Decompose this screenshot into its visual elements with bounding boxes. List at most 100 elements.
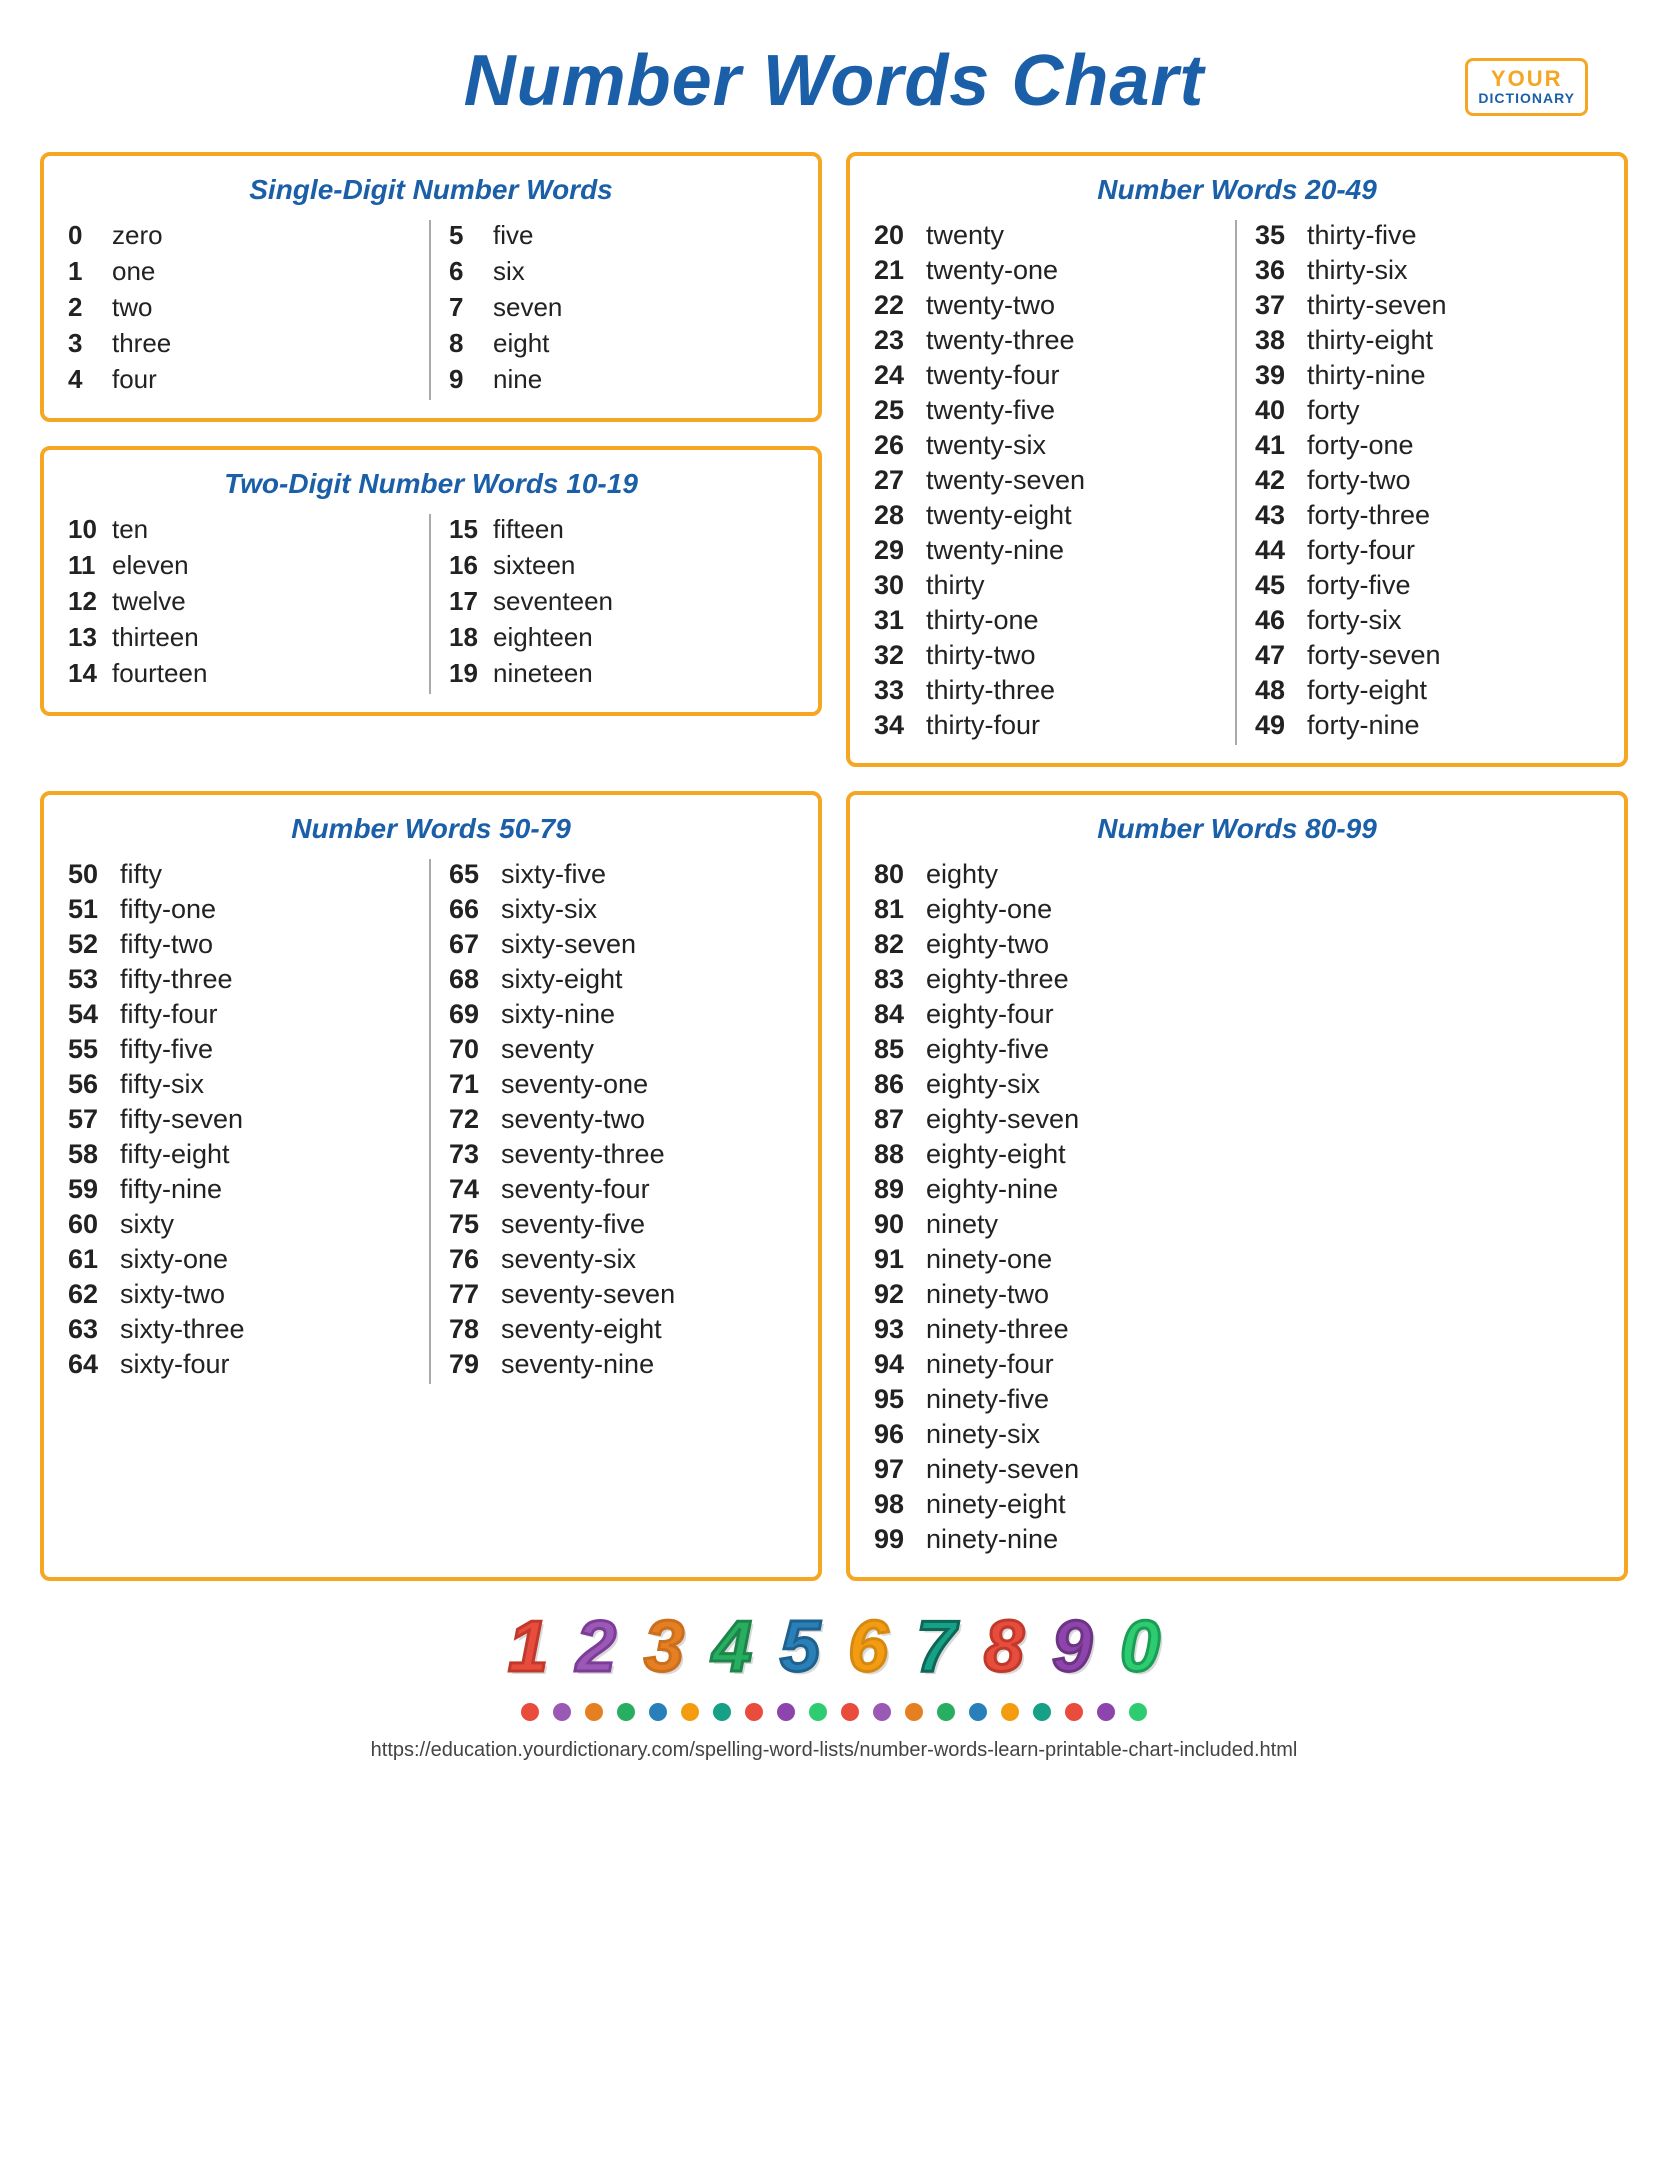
footer-url: https://education.yourdictionary.com/spe… <box>40 1739 1628 1762</box>
list-item: 75 seventy-five <box>449 1209 794 1240</box>
list-item: 18 eighteen <box>449 622 794 653</box>
list-item: 31 thirty-one <box>874 605 1217 636</box>
dot <box>777 1703 795 1721</box>
dots-bar <box>40 1703 1628 1721</box>
list-item: 92 ninety-two <box>874 1279 1600 1310</box>
list-item: 70 seventy <box>449 1034 794 1065</box>
list-item: 9 nine <box>449 364 794 395</box>
list-item: 20 twenty <box>874 220 1217 251</box>
list-item: 43 forty-three <box>1255 500 1600 531</box>
twenties-title: Number Words 20-49 <box>874 174 1600 206</box>
list-item: 87 eighty-seven <box>874 1104 1600 1135</box>
list-item: 51 fifty-one <box>68 894 411 925</box>
list-item: 76 seventy-six <box>449 1244 794 1275</box>
list-item: 83 eighty-three <box>874 964 1600 995</box>
list-item: 67 sixty-seven <box>449 929 794 960</box>
list-item: 46 forty-six <box>1255 605 1600 636</box>
list-item: 33 thirty-three <box>874 675 1217 706</box>
list-item: 78 seventy-eight <box>449 1314 794 1345</box>
list-item: 97 ninety-seven <box>874 1454 1600 1485</box>
fifties-box: Number Words 50-79 50 fifty 51 fifty-one… <box>40 791 822 1581</box>
dot <box>617 1703 635 1721</box>
decorative-digit: 9 <box>1042 1611 1102 1683</box>
list-item: 49 forty-nine <box>1255 710 1600 741</box>
list-item: 82 eighty-two <box>874 929 1600 960</box>
list-item: 5 five <box>449 220 794 251</box>
eighties-col1: 80 eighty 81 eighty-one 82 eighty-two 83… <box>874 859 1600 1555</box>
list-item: 85 eighty-five <box>874 1034 1600 1065</box>
two-digit-title: Two-Digit Number Words 10-19 <box>68 468 794 500</box>
single-digit-title: Single-Digit Number Words <box>68 174 794 206</box>
list-item: 77 seventy-seven <box>449 1279 794 1310</box>
list-item: 17 seventeen <box>449 586 794 617</box>
list-item: 52 fifty-two <box>68 929 411 960</box>
dot <box>873 1703 891 1721</box>
list-item: 11 eleven <box>68 550 411 581</box>
dot <box>1097 1703 1115 1721</box>
list-item: 45 forty-five <box>1255 570 1600 601</box>
list-item: 57 fifty-seven <box>68 1104 411 1135</box>
list-item: 63 sixty-three <box>68 1314 411 1345</box>
decorative-digit: 5 <box>770 1611 830 1683</box>
list-item: 12 twelve <box>68 586 411 617</box>
list-item: 16 sixteen <box>449 550 794 581</box>
decorative-digit: 6 <box>838 1611 898 1683</box>
list-item: 54 fifty-four <box>68 999 411 1030</box>
twenties-col2: 35 thirty-five 36 thirty-six 37 thirty-s… <box>1237 220 1600 745</box>
list-item: 48 forty-eight <box>1255 675 1600 706</box>
list-item: 61 sixty-one <box>68 1244 411 1275</box>
list-item: 0 zero <box>68 220 411 251</box>
dot <box>649 1703 667 1721</box>
list-item: 68 sixty-eight <box>449 964 794 995</box>
list-item: 24 twenty-four <box>874 360 1217 391</box>
list-item: 90 ninety <box>874 1209 1600 1240</box>
dot <box>841 1703 859 1721</box>
list-item: 99 ninety-nine <box>874 1524 1600 1555</box>
list-item: 62 sixty-two <box>68 1279 411 1310</box>
dot <box>1129 1703 1147 1721</box>
list-item: 66 sixty-six <box>449 894 794 925</box>
list-item: 6 six <box>449 256 794 287</box>
decorative-digit: 1 <box>498 1611 558 1683</box>
list-item: 40 forty <box>1255 395 1600 426</box>
dot <box>937 1703 955 1721</box>
list-item: 39 thirty-nine <box>1255 360 1600 391</box>
list-item: 37 thirty-seven <box>1255 290 1600 321</box>
single-digit-col2: 5 five 6 six 7 seven 8 eight 9 nine <box>431 220 794 400</box>
decorative-digit: 2 <box>566 1611 626 1683</box>
list-item: 96 ninety-six <box>874 1419 1600 1450</box>
list-item: 98 ninety-eight <box>874 1489 1600 1520</box>
list-item: 1 one <box>68 256 411 287</box>
list-item: 38 thirty-eight <box>1255 325 1600 356</box>
dot <box>809 1703 827 1721</box>
list-item: 23 twenty-three <box>874 325 1217 356</box>
list-item: 26 twenty-six <box>874 430 1217 461</box>
list-item: 10 ten <box>68 514 411 545</box>
list-item: 60 sixty <box>68 1209 411 1240</box>
dot <box>585 1703 603 1721</box>
fifties-col2: 65 sixty-five 66 sixty-six 67 sixty-seve… <box>431 859 794 1384</box>
dot <box>713 1703 731 1721</box>
page-title: Number Words Chart <box>40 40 1628 122</box>
dot <box>681 1703 699 1721</box>
list-item: 44 forty-four <box>1255 535 1600 566</box>
decorative-digit: 0 <box>1110 1611 1170 1683</box>
decorative-numbers: 1234567890 <box>40 1611 1628 1683</box>
list-item: 95 ninety-five <box>874 1384 1600 1415</box>
list-item: 86 eighty-six <box>874 1069 1600 1100</box>
list-item: 21 twenty-one <box>874 255 1217 286</box>
list-item: 47 forty-seven <box>1255 640 1600 671</box>
list-item: 15 fifteen <box>449 514 794 545</box>
list-item: 91 ninety-one <box>874 1244 1600 1275</box>
decorative-digit: 8 <box>974 1611 1034 1683</box>
list-item: 64 sixty-four <box>68 1349 411 1380</box>
decorative-digit: 4 <box>702 1611 762 1683</box>
list-item: 4 four <box>68 364 411 395</box>
list-item: 34 thirty-four <box>874 710 1217 741</box>
fifties-col1: 50 fifty 51 fifty-one 52 fifty-two 53 fi… <box>68 859 431 1384</box>
list-item: 73 seventy-three <box>449 1139 794 1170</box>
list-item: 41 forty-one <box>1255 430 1600 461</box>
list-item: 36 thirty-six <box>1255 255 1600 286</box>
list-item: 29 twenty-nine <box>874 535 1217 566</box>
list-item: 14 fourteen <box>68 658 411 689</box>
